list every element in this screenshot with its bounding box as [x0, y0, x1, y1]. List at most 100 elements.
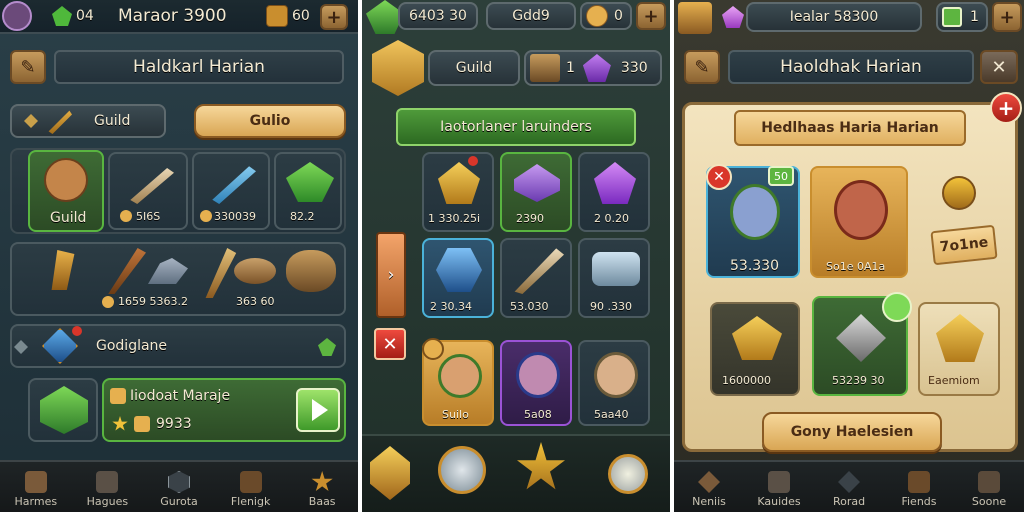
badge-pill: 1 [936, 2, 988, 32]
nav-item-neniis[interactable]: Neniis [679, 471, 739, 508]
character-card-2[interactable]: So1e 0A1a [810, 166, 908, 278]
helmet-icon [768, 471, 790, 493]
confirm-button[interactable]: Gony Haelesien [762, 412, 942, 452]
compass-icon[interactable] [438, 446, 486, 494]
nav-item-hagues[interactable]: Hagues [77, 471, 137, 508]
shield-icon[interactable] [608, 454, 648, 494]
add-button[interactable]: + [636, 2, 666, 30]
nav-item-baas[interactable]: Baas [292, 471, 352, 508]
guild-pill[interactable]: Guild [10, 104, 166, 138]
badge-icon [422, 338, 444, 360]
club-icon[interactable] [108, 248, 146, 294]
add-button[interactable]: + [992, 2, 1022, 32]
item-slot-sword[interactable]: 5I6S [108, 152, 188, 230]
item-slot-blade[interactable]: 330039 [192, 152, 270, 230]
list-row[interactable]: Godiglane [10, 324, 346, 368]
add-currency-button[interactable]: + [320, 4, 348, 30]
grid-slot-9[interactable]: 5aa40 [578, 340, 650, 426]
grid-slot-2[interactable]: 2390 [500, 152, 572, 232]
item-value: 1600000 [722, 374, 771, 387]
close-icon[interactable]: ✕ [374, 328, 406, 360]
coin-stack-icon[interactable] [286, 250, 336, 292]
banner-title: Iaotorlaner laruinders [440, 119, 592, 135]
topbar-right-value: 1 [970, 9, 979, 25]
nav-item-kauides[interactable]: Kauides [749, 471, 809, 508]
character-portrait-icon [834, 180, 888, 240]
item-card-3[interactable]: Eaemiom [918, 302, 1000, 396]
grid-slot-5[interactable]: 53.030 [500, 238, 572, 318]
alert-dot-icon [468, 156, 478, 166]
play-button[interactable] [296, 388, 340, 432]
remove-icon[interactable]: ✕ [706, 164, 732, 190]
price-tag: 7o1ne [930, 224, 998, 266]
nav-item-soone[interactable]: Soone [959, 471, 1019, 508]
character-value: 53.330 [730, 258, 779, 274]
log-icon[interactable] [234, 258, 276, 284]
panel-inventory: 6403 30 Gdd9 0 + Guild 1 330 Iaotorlaner… [362, 0, 670, 512]
gold-gem-icon [732, 316, 782, 360]
currency-pill: 6403 30 [398, 2, 478, 30]
dagger-icon[interactable] [205, 248, 237, 298]
reward-icon-slot[interactable] [28, 378, 98, 442]
grid-slot-8[interactable]: 5a08 [500, 340, 572, 426]
grid-slot-6[interactable]: 90 .330 [578, 238, 650, 318]
hexagon-icon [167, 471, 190, 493]
grid-label: 2 0.20 [594, 212, 629, 225]
bag-icon [978, 471, 1000, 493]
character-portrait-icon [438, 354, 482, 398]
dialog-title-banner: Hedlhaas Haria Harian [734, 110, 966, 146]
header-bar: Haldkarl Harian [54, 50, 344, 84]
gulio-button[interactable]: Gulio [194, 104, 346, 138]
nav-item-fiends[interactable]: Fiends [889, 471, 949, 508]
confirm-label: Gony Haelesien [790, 424, 914, 440]
gold-count: 60 [292, 8, 310, 24]
item-slot-guild[interactable]: Guild [28, 150, 104, 232]
grid-slot-1[interactable]: 1 330.25i [422, 152, 494, 232]
avatar[interactable] [2, 1, 32, 31]
cylinder-icon [592, 252, 640, 286]
crystal-icon [514, 164, 560, 202]
coin-icon [942, 176, 976, 210]
item-card-1[interactable]: 1600000 [710, 302, 800, 396]
grid-slot-3[interactable]: 2 0.20 [578, 152, 650, 232]
grid-slot-4[interactable]: 2 30.34 [422, 238, 494, 318]
grid-label: 5a08 [524, 408, 552, 421]
item-label: Guild [50, 210, 87, 226]
nav-item-gurota[interactable]: Gurota [149, 471, 209, 508]
close-icon[interactable]: ✕ [980, 50, 1018, 84]
gold-gem-icon [438, 162, 480, 204]
edit-icon[interactable]: ✎ [684, 50, 720, 84]
purple-gem-icon [582, 54, 611, 82]
reward-value: 9933 [156, 416, 192, 432]
badge-icon [882, 292, 912, 322]
item-slot-leaf[interactable]: 82.2 [274, 152, 342, 230]
guild-pill[interactable]: Guild [428, 50, 520, 86]
item-value: 53239 30 [832, 374, 885, 387]
character-card-1[interactable]: ✕ 50 53.330 [706, 164, 800, 278]
title-pill: Gdd9 [486, 2, 576, 30]
list-label: Godiglane [96, 338, 168, 354]
grid-label: 90 .330 [590, 300, 632, 313]
sword-icon [48, 110, 72, 134]
sword-icon [130, 168, 174, 204]
item-grid-row-2: 1659 5363.2 363 60 [10, 242, 346, 316]
coin-icon [102, 296, 114, 308]
nav-item-rorad[interactable]: Rorad [819, 471, 879, 508]
nav-item-flenigk[interactable]: Flenigk [221, 471, 281, 508]
add-icon[interactable]: + [990, 92, 1022, 124]
gold-chest-icon [266, 5, 288, 27]
reward-banner[interactable]: Iiodoat Maraje 9933 [102, 378, 346, 442]
panel-guild-overview: 04 Maraor 3900 60 + ✎ Haldkarl Harian Gu… [0, 0, 358, 512]
grid-label: 2390 [516, 212, 544, 225]
ore-icon[interactable] [148, 258, 188, 284]
star-icon [112, 416, 128, 431]
nav-item-harmes[interactable]: Harmes [6, 471, 66, 508]
gulio-button-label: Gulio [249, 113, 291, 129]
chest-icon[interactable] [678, 2, 712, 34]
edit-icon[interactable]: ✎ [10, 50, 46, 84]
guild-emblem-icon[interactable] [372, 40, 424, 96]
hammer-icon[interactable] [51, 250, 75, 290]
grid-slot-7[interactable]: Suilo [422, 338, 494, 426]
item-card-2[interactable]: 53239 30 [812, 292, 912, 396]
next-page-button[interactable]: › [376, 232, 406, 318]
